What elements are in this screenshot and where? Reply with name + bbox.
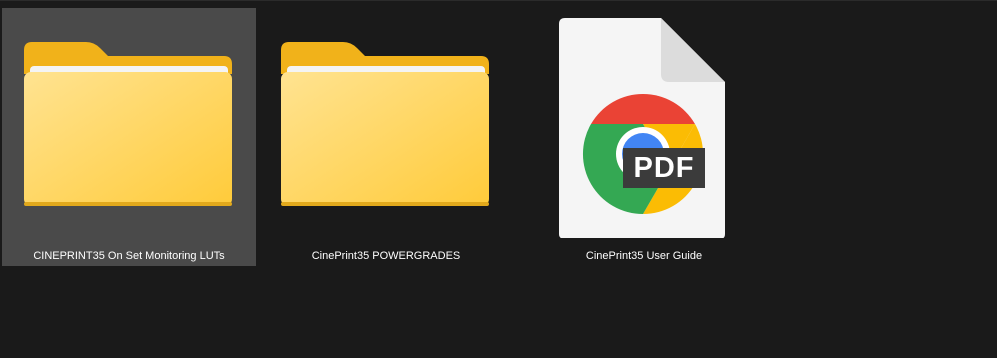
file-item-pdf-user-guide[interactable]: PDF CinePrint35 User Guide (517, 8, 771, 266)
file-item-label: CinePrint35 User Guide (585, 250, 703, 262)
file-item-label: CinePrint35 POWERGRADES (311, 250, 461, 262)
pdf-document-icon (559, 18, 725, 238)
folder-icon (281, 42, 489, 206)
pdf-badge-text: PDF (633, 152, 695, 184)
folder-icon (24, 42, 232, 206)
file-item-label: CINEPRINT35 On Set Monitoring LUTs (33, 250, 225, 262)
top-divider (0, 0, 997, 1)
file-item-folder-luts[interactable]: CINEPRINT35 On Set Monitoring LUTs (2, 8, 256, 266)
file-item-folder-powergrades[interactable]: CinePrint35 POWERGRADES (259, 8, 513, 266)
